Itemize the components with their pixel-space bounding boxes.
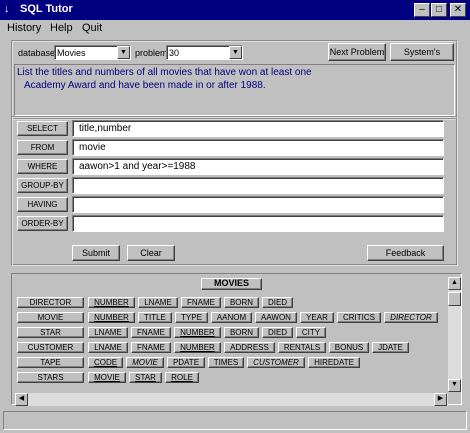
attribute-customer-number[interactable]: NUMBER bbox=[174, 342, 221, 353]
attribute-tape-hiredate[interactable]: HIREDATE bbox=[308, 357, 360, 368]
attribute-customer-jdate[interactable]: JDATE bbox=[372, 342, 409, 353]
attribute-star-city[interactable]: CITY bbox=[296, 327, 326, 338]
problem-value: 30 bbox=[169, 48, 180, 58]
attribute-star-lname[interactable]: LNAME bbox=[88, 327, 128, 338]
systems-choice-button[interactable]: System's Choice bbox=[390, 43, 454, 73]
attribute-star-born[interactable]: BORN bbox=[224, 327, 259, 338]
attribute-movie-critics[interactable]: CRITICS bbox=[337, 312, 381, 323]
scroll-down-icon[interactable]: ▼ bbox=[448, 379, 461, 392]
problem-text-line-2: Academy Award and have been made in or a… bbox=[24, 80, 266, 91]
database-select[interactable]: Movies ▼ bbox=[54, 45, 131, 60]
attribute-tape-customer[interactable]: CUSTOMER bbox=[247, 357, 305, 368]
clause-order-by-input[interactable] bbox=[72, 215, 444, 232]
maximize-icon: □ bbox=[435, 4, 443, 15]
submit-button[interactable]: Submit bbox=[72, 245, 120, 261]
attribute-tape-code[interactable]: CODE bbox=[88, 357, 123, 368]
attribute-movie-title[interactable]: TITLE bbox=[138, 312, 172, 323]
horizontal-scrollbar[interactable] bbox=[15, 393, 448, 406]
attribute-stars-role[interactable]: ROLE bbox=[165, 372, 199, 383]
attribute-director-number[interactable]: NUMBER bbox=[88, 297, 135, 308]
close-button[interactable]: ✕ bbox=[450, 3, 466, 17]
problem-text-line-1: List the titles and numbers of all movie… bbox=[17, 67, 312, 78]
scroll-right-icon[interactable]: ▶ bbox=[434, 393, 447, 406]
attribute-customer-rentals[interactable]: RENTALS bbox=[278, 342, 326, 353]
attribute-tape-pdate[interactable]: PDATE bbox=[167, 357, 205, 368]
problem-text: List the titles and numbers of all movie… bbox=[17, 66, 447, 92]
status-bar bbox=[3, 411, 467, 430]
minimize-button[interactable]: – bbox=[414, 3, 430, 17]
table-customer-button[interactable]: CUSTOMER bbox=[17, 342, 84, 353]
maximize-button[interactable]: □ bbox=[431, 3, 447, 17]
menu-history[interactable]: History bbox=[7, 22, 41, 34]
problem-select[interactable]: 30 ▼ bbox=[166, 45, 243, 60]
attribute-movie-aawon[interactable]: AAWON bbox=[255, 312, 297, 323]
attribute-customer-bonus[interactable]: BONUS bbox=[329, 342, 369, 353]
attribute-stars-star[interactable]: STAR bbox=[129, 372, 162, 383]
attribute-movie-number[interactable]: NUMBER bbox=[88, 312, 135, 323]
clause-select-button[interactable]: SELECT bbox=[17, 121, 68, 136]
attribute-customer-address[interactable]: ADDRESS bbox=[224, 342, 275, 353]
clause-from-button[interactable]: FROM bbox=[17, 140, 68, 155]
attribute-star-died[interactable]: DIED bbox=[262, 327, 293, 338]
table-tape-button[interactable]: TAPE bbox=[17, 357, 84, 368]
attribute-tape-times[interactable]: TIMES bbox=[208, 357, 244, 368]
attribute-director-died[interactable]: DIED bbox=[262, 297, 293, 308]
attribute-star-number[interactable]: NUMBER bbox=[174, 327, 221, 338]
scroll-thumb[interactable] bbox=[448, 292, 461, 306]
title-bar: ↓ SQL Tutor – □ ✕ bbox=[0, 0, 470, 20]
clause-order-by-button[interactable]: ORDER-BY bbox=[17, 216, 68, 231]
database-value: Movies bbox=[57, 48, 86, 58]
table-star-button[interactable]: STAR bbox=[17, 327, 84, 338]
clause-group-by-input[interactable] bbox=[72, 177, 444, 194]
problem-label: problem bbox=[135, 48, 168, 58]
attribute-star-fname[interactable]: FNAME bbox=[131, 327, 171, 338]
clause-where-input[interactable]: aawon>1 and year>=1988 bbox=[72, 158, 444, 175]
attribute-movie-director[interactable]: DIRECTOR bbox=[384, 312, 438, 323]
clear-button[interactable]: Clear bbox=[127, 245, 175, 261]
clause-select-input[interactable]: title,number bbox=[72, 120, 444, 137]
clause-having-button[interactable]: HAVING bbox=[17, 197, 68, 212]
attribute-customer-fname[interactable]: FNAME bbox=[131, 342, 171, 353]
menu-quit[interactable]: Quit bbox=[82, 22, 102, 34]
attribute-director-fname[interactable]: FNAME bbox=[181, 297, 221, 308]
database-name: MOVIES bbox=[201, 278, 262, 290]
chevron-down-icon[interactable]: ▼ bbox=[229, 46, 242, 59]
app-icon: ↓ bbox=[4, 3, 10, 15]
attribute-stars-movie[interactable]: MOVIE bbox=[88, 372, 126, 383]
next-problem-button[interactable]: Next Problem bbox=[328, 43, 386, 61]
attribute-movie-type[interactable]: TYPE bbox=[175, 312, 208, 323]
table-director-button[interactable]: DIRECTOR bbox=[17, 297, 84, 308]
attribute-movie-year[interactable]: YEAR bbox=[300, 312, 334, 323]
menu-bar: History Help Quit bbox=[0, 20, 470, 37]
attribute-tape-movie[interactable]: MOVIE bbox=[126, 357, 164, 368]
clause-group-by-button[interactable]: GROUP-BY bbox=[17, 178, 68, 193]
chevron-down-icon[interactable]: ▼ bbox=[117, 46, 130, 59]
menu-help[interactable]: Help bbox=[50, 22, 73, 34]
close-icon: ✕ bbox=[453, 4, 463, 15]
attribute-director-lname[interactable]: LNAME bbox=[138, 297, 178, 308]
attribute-customer-lname[interactable]: LNAME bbox=[88, 342, 128, 353]
scroll-left-icon[interactable]: ◀ bbox=[15, 393, 28, 406]
feedback-button[interactable]: Feedback bbox=[367, 245, 444, 261]
table-stars-button[interactable]: STARS bbox=[17, 372, 84, 383]
table-movie-button[interactable]: MOVIE bbox=[17, 312, 84, 323]
attribute-movie-aanom[interactable]: AANOM bbox=[211, 312, 252, 323]
schema-panel bbox=[11, 273, 462, 405]
attribute-director-born[interactable]: BORN bbox=[224, 297, 259, 308]
scroll-up-icon[interactable]: ▲ bbox=[448, 277, 461, 290]
minimize-icon: – bbox=[419, 4, 425, 15]
clause-where-button[interactable]: WHERE bbox=[17, 159, 68, 174]
clause-from-input[interactable]: movie bbox=[72, 139, 444, 156]
window-title: SQL Tutor bbox=[20, 3, 73, 15]
database-label: database bbox=[18, 48, 56, 58]
clause-having-input[interactable] bbox=[72, 196, 444, 213]
